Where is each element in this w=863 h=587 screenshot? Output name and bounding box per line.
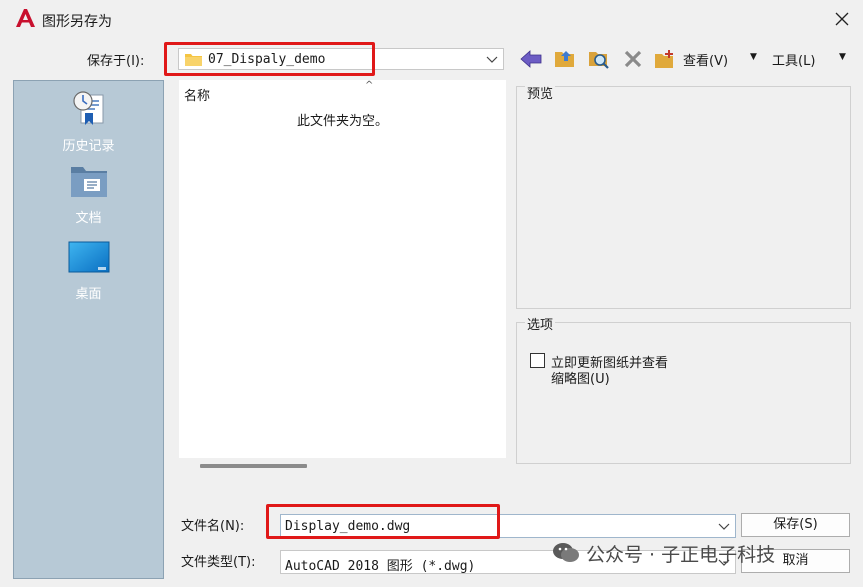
red-highlight-box [164,42,375,76]
delete-icon[interactable] [621,47,645,71]
documents-icon [70,167,107,197]
options-title: 选项 [525,314,556,333]
back-arrow-icon[interactable] [519,47,543,71]
save-button[interactable]: 保存(S) [741,513,850,537]
desktop-icon [68,241,109,273]
preview-panel [516,86,851,309]
tools-dropdown-icon[interactable]: ▼ [839,52,846,62]
search-web-icon[interactable] [587,47,611,71]
close-icon [835,12,849,26]
place-documents[interactable]: 文档 [14,163,163,226]
place-desktop[interactable]: 桌面 [14,241,163,302]
empty-folder-message: 此文件夹为空。 [296,114,388,129]
red-highlight-box [266,504,500,539]
places-bar: 历史记录 文档 桌面 [13,80,164,579]
history-icon [72,91,103,125]
place-label-documents: 文档 [75,211,102,226]
watermark-text: 公众号 · 子正电子科技 [586,543,776,566]
horizontal-scrollbar[interactable] [200,464,307,468]
file-type-label: 文件类型(T): [181,555,256,570]
place-label-desktop: 桌面 [75,287,102,302]
close-button[interactable] [828,6,856,32]
options-panel [516,322,851,464]
file-name-label: 文件名(N): [181,519,245,534]
autocad-a-icon [14,7,36,29]
column-header-name[interactable]: 名称 [184,85,210,104]
sort-ascending-icon: ^ [365,80,374,91]
save-in-label: 保存于(I): [87,54,145,69]
view-dropdown-icon[interactable]: ▼ [750,52,757,62]
chevron-down-icon[interactable] [485,51,499,67]
new-folder-icon[interactable] [653,47,677,71]
place-label-history: 历史记录 [62,139,115,154]
update-thumbnail-checkbox[interactable] [530,353,545,368]
chevron-down-icon[interactable] [717,518,731,538]
wechat-icon [553,543,579,562]
file-type-value: AutoCAD 2018 图形 (*.dwg) [285,559,476,574]
up-folder-icon[interactable] [553,47,577,71]
watermark: 公众号 · 子正电子科技 [552,540,842,566]
place-history[interactable]: 历史记录 [14,87,163,154]
view-menu[interactable]: 查看(V) [683,50,728,69]
update-thumbnail-label-line2[interactable]: 缩略图(U) [551,368,610,387]
preview-title: 预览 [525,83,556,102]
title-bar [0,0,863,38]
file-list[interactable]: ^ 名称 此文件夹为空。 [179,80,506,458]
window-title: 图形另存为 [42,14,112,30]
tools-menu[interactable]: 工具(L) [772,50,815,69]
